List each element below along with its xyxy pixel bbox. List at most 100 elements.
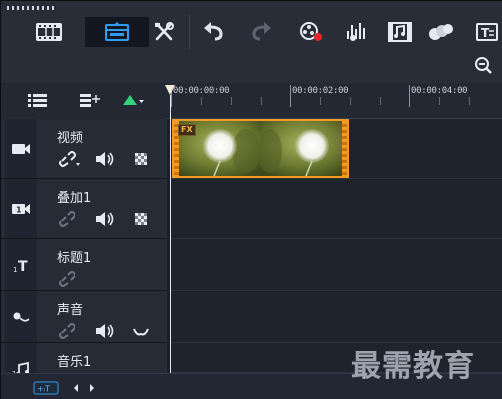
subtitle-icon: T bbox=[476, 23, 498, 41]
redo-button[interactable] bbox=[247, 18, 275, 46]
voice-track-toggle[interactable] bbox=[5, 291, 37, 342]
ruler-minor-tick bbox=[201, 97, 202, 105]
tools-icon bbox=[155, 22, 174, 41]
track-manager-bar bbox=[1, 83, 167, 119]
ruler-label: 00:00:04:00 bbox=[411, 86, 468, 96]
scroll-right-button[interactable] bbox=[87, 380, 97, 394]
undo-button[interactable] bbox=[200, 18, 228, 46]
scroll-left-button[interactable] bbox=[71, 380, 81, 394]
mute-button[interactable] bbox=[95, 211, 115, 231]
film-strip-icon bbox=[36, 23, 62, 41]
track-name: 标题1 bbox=[57, 251, 92, 266]
undo-icon bbox=[204, 22, 223, 41]
ruler-minor-tick bbox=[261, 97, 262, 105]
overlay-track: 1 叠加1 bbox=[1, 179, 502, 239]
track-name: 叠加1 bbox=[57, 191, 92, 206]
ripple-link-button[interactable] bbox=[59, 211, 76, 231]
audio-mixer-button[interactable] bbox=[343, 18, 371, 46]
add-track-button[interactable]: +ₗT bbox=[33, 380, 59, 395]
playhead-line bbox=[170, 95, 171, 373]
zoom-out-icon bbox=[475, 57, 492, 74]
link-icon bbox=[59, 211, 76, 227]
video-clip[interactable]: FX bbox=[172, 119, 349, 178]
ruler-label: 00:00:00:00 bbox=[173, 86, 230, 96]
zoom-out-button[interactable] bbox=[474, 57, 494, 75]
svg-text:T: T bbox=[18, 259, 28, 273]
auto-music-button[interactable] bbox=[386, 18, 414, 46]
chapter-cue-button[interactable] bbox=[79, 92, 103, 110]
playhead-handle[interactable] bbox=[165, 85, 175, 95]
track-header: 1 音乐1 bbox=[1, 343, 167, 373]
list-add-icon bbox=[80, 94, 100, 107]
video-track-toggle[interactable] bbox=[5, 119, 37, 178]
timeline-view-button[interactable] bbox=[85, 17, 149, 47]
redo-icon bbox=[252, 22, 271, 41]
voice-track-icon bbox=[13, 312, 30, 322]
link-icon bbox=[59, 151, 80, 167]
subtitle-editor-button[interactable]: T bbox=[473, 18, 501, 46]
transparency-button[interactable] bbox=[133, 211, 149, 231]
fx-badge[interactable]: FX bbox=[178, 124, 196, 136]
clip-thumbnail bbox=[260, 121, 346, 176]
clip-trim-handle-right[interactable] bbox=[342, 121, 347, 176]
audio-mixer-icon bbox=[347, 23, 365, 41]
wave-icon bbox=[133, 328, 149, 336]
circles-icon bbox=[429, 24, 453, 40]
track-header: 1 叠加1 bbox=[1, 179, 167, 239]
ruler-minor-tick bbox=[350, 97, 351, 105]
toolbar-grip[interactable] bbox=[7, 6, 55, 10]
motion-tracking-button[interactable] bbox=[427, 18, 455, 46]
track-name: 声音 bbox=[57, 303, 84, 318]
timeline-icon bbox=[105, 22, 129, 41]
mute-button[interactable] bbox=[95, 151, 115, 171]
track-name: 音乐1 bbox=[57, 355, 92, 370]
ripple-edit-button[interactable] bbox=[121, 92, 145, 110]
title-track-lane[interactable] bbox=[171, 239, 502, 291]
chevron-left-icon bbox=[74, 384, 78, 392]
overlay-track-icon: 1 bbox=[12, 203, 30, 214]
track-header: 视频 bbox=[1, 119, 167, 179]
track-manager-button[interactable] bbox=[27, 92, 51, 110]
ruler-minor-tick bbox=[320, 97, 321, 105]
record-capture-button[interactable] bbox=[297, 18, 325, 46]
tools-button[interactable] bbox=[150, 18, 178, 46]
overlay-track-lane[interactable] bbox=[171, 179, 502, 239]
svg-text:+ₗT: +ₗT bbox=[37, 385, 50, 394]
ruler-tick bbox=[290, 85, 291, 107]
svg-text:T: T bbox=[481, 26, 490, 40]
ruler-label: 00:00:02:00 bbox=[292, 86, 349, 96]
ruler-tick bbox=[409, 85, 410, 107]
storyboard-view-button[interactable] bbox=[35, 18, 63, 46]
link-icon bbox=[59, 271, 76, 287]
link-icon bbox=[59, 323, 76, 339]
track-header: 1 T 标题1 bbox=[1, 239, 167, 291]
toolbar-separator bbox=[189, 15, 190, 49]
time-ruler[interactable]: 00:00:00:00 00:00:02:00 00:00:04:00 bbox=[167, 83, 502, 119]
volume-icon bbox=[96, 152, 114, 166]
ruler-minor-tick bbox=[231, 97, 232, 105]
title-track-toggle[interactable]: 1 T bbox=[5, 239, 37, 290]
ruler-minor-tick bbox=[380, 97, 381, 105]
voice-track-lane[interactable] bbox=[171, 291, 502, 343]
checker-icon bbox=[135, 213, 147, 225]
volume-icon bbox=[96, 324, 114, 338]
record-icon bbox=[300, 22, 322, 41]
mute-button[interactable] bbox=[95, 323, 115, 343]
ripple-link-button[interactable] bbox=[59, 271, 76, 291]
timeline-window: T 00:00:00:00 00:00:02:00 00:00:04:00 视频… bbox=[0, 0, 502, 399]
track-list-icon bbox=[28, 94, 47, 107]
ripple-link-button[interactable] bbox=[59, 151, 81, 171]
volume-icon bbox=[96, 212, 114, 226]
ripple-link-button[interactable] bbox=[59, 323, 76, 343]
music-track-toggle[interactable]: 1 bbox=[5, 343, 37, 373]
chevron-right-icon bbox=[90, 384, 94, 392]
title-track: 1 T 标题1 bbox=[1, 239, 502, 291]
triangle-up-icon bbox=[123, 95, 144, 105]
video-track-icon bbox=[12, 143, 30, 154]
svg-text:1: 1 bbox=[13, 266, 17, 273]
ruler-minor-tick bbox=[469, 97, 470, 105]
transparency-button[interactable] bbox=[133, 151, 149, 171]
audio-duck-button[interactable] bbox=[133, 323, 149, 343]
overlay-track-toggle[interactable]: 1 bbox=[5, 179, 37, 238]
checker-icon bbox=[135, 153, 147, 165]
